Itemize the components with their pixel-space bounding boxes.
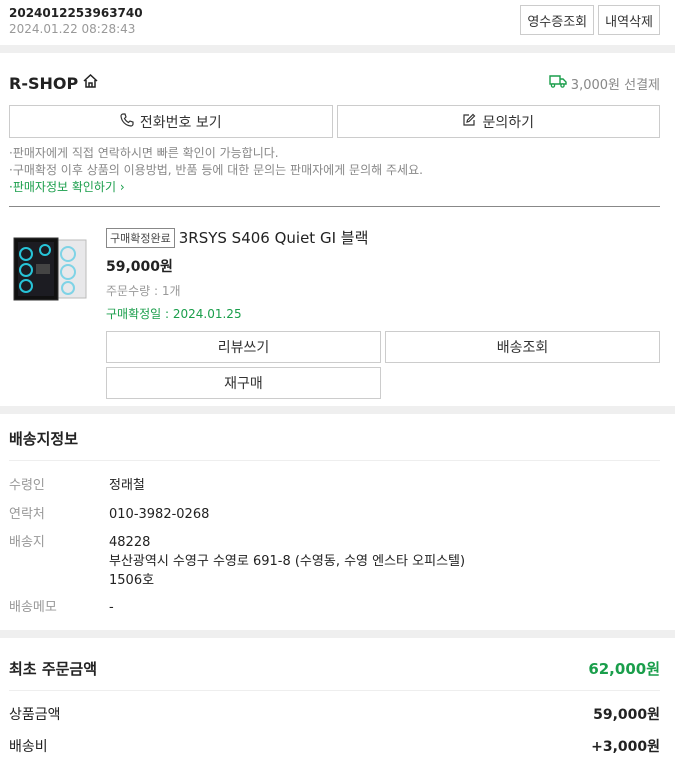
seller-info-link[interactable]: ·판매자정보 확인하기 ›: [9, 179, 423, 196]
phone-icon: [120, 112, 134, 131]
order-datetime: 2024.01.22 08:28:43: [9, 22, 136, 36]
address-zip: 48228: [109, 535, 151, 550]
note-item: ·구매확정 이후 상품의 이용방법, 반품 등에 대한 문의는 판매자에게 문의…: [9, 163, 423, 177]
order-header-actions: 영수증조회 내역삭제: [520, 5, 660, 35]
shipping-fee-text: 3,000원 선결제: [570, 78, 660, 93]
product-actions: 리뷰쓰기 배송조회 재구매: [106, 331, 660, 399]
shipping-fee: 3,000원 선결제: [549, 74, 660, 93]
seller-notes: ·판매자에게 직접 연락하시면 빠른 확인이 가능합니다. ·구매확정 이후 상…: [9, 145, 423, 196]
product-amount-value: 59,000원: [593, 707, 660, 723]
shipping-amount-row: 배송비 +3,000원: [9, 736, 660, 756]
delivery-title: 배송지정보: [9, 430, 79, 448]
inquiry-label: 문의하기: [482, 114, 535, 131]
delivery-divider: [9, 460, 660, 461]
shipping-amount-label: 배송비: [9, 739, 48, 755]
memo-value: -: [109, 600, 114, 615]
delivery-section: 배송지정보 수령인 정래철 연락처 010-3982-0268 배송지 4822…: [0, 414, 675, 630]
shop-name[interactable]: R-SHOP: [9, 73, 99, 93]
chevron-right-icon: ›: [116, 180, 125, 194]
track-delivery-button[interactable]: 배송조회: [385, 331, 660, 363]
purchase-status-badge: 구매확정완료: [106, 227, 175, 248]
note-item: ·판매자에게 직접 연락하시면 빠른 확인이 가능합니다.: [9, 146, 279, 160]
shop-section: R-SHOP 3,000원 선결제 전화번호 보기 문의하기 ·판매자에게 직접…: [0, 53, 675, 406]
section-separator: [0, 406, 675, 414]
product-price: 59,000원: [106, 259, 173, 275]
product-image[interactable]: [12, 236, 92, 302]
contact-value: 010-3982-0268: [109, 507, 210, 522]
initial-order-amount-total: 62,000원: [588, 660, 660, 678]
order-header: 2024012253963740 2024.01.22 08:28:43 영수증…: [0, 0, 675, 45]
product-quantity: 주문수량 : 1개: [106, 284, 181, 298]
section-separator: [0, 45, 675, 53]
shop-contact-actions: 전화번호 보기 문의하기: [9, 105, 660, 138]
view-phone-label: 전화번호 보기: [139, 114, 222, 131]
recipient-value: 정래철: [109, 478, 145, 493]
shop-divider: [9, 206, 660, 207]
address-line1: 부산광역시 수영구 수영로 691-8 (수영동, 수영 엔스타 오피스텔): [109, 554, 466, 569]
product-name[interactable]: 3RSYS S406 Quiet GI 블랙: [179, 229, 369, 247]
receipt-button[interactable]: 영수증조회: [520, 5, 595, 35]
address-label: 배송지: [9, 535, 45, 550]
product-amount-row: 상품금액 59,000원: [9, 704, 660, 724]
shop-name-label: R-SHOP: [9, 73, 79, 93]
delete-history-button[interactable]: 내역삭제: [598, 5, 660, 35]
view-phone-button[interactable]: 전화번호 보기: [9, 105, 333, 138]
recipient-label: 수령인: [9, 478, 45, 493]
truck-icon: [549, 75, 567, 92]
amount-divider: [9, 690, 660, 691]
address-line2: 1506호: [109, 573, 155, 588]
inquiry-button[interactable]: 문의하기: [336, 105, 660, 138]
order-number: 2024012253963740: [9, 6, 143, 20]
address-value: 48228 부산광역시 수영구 수영로 691-8 (수영동, 수영 엔스타 오…: [109, 533, 609, 590]
rebuy-button[interactable]: 재구매: [106, 367, 381, 399]
shipping-amount-value: +3,000원: [591, 739, 660, 755]
home-icon: [82, 73, 99, 93]
purchase-confirmed-date: 구매확정일 : 2024.01.25: [106, 307, 242, 321]
section-separator: [0, 630, 675, 638]
product-info: 구매확정완료 3RSYS S406 Quiet GI 블랙 59,000원 주문수…: [106, 227, 368, 322]
initial-order-amount-title: 최초 주문금액: [9, 660, 98, 678]
product-amount-label: 상품금액: [9, 707, 61, 723]
amount-section: 최초 주문금액 62,000원 상품금액 59,000원 배송비 +3,000원: [0, 638, 675, 760]
contact-label: 연락처: [9, 507, 45, 522]
write-review-button[interactable]: 리뷰쓰기: [106, 331, 381, 363]
memo-label: 배송메모: [9, 600, 57, 615]
edit-icon: [462, 113, 476, 131]
